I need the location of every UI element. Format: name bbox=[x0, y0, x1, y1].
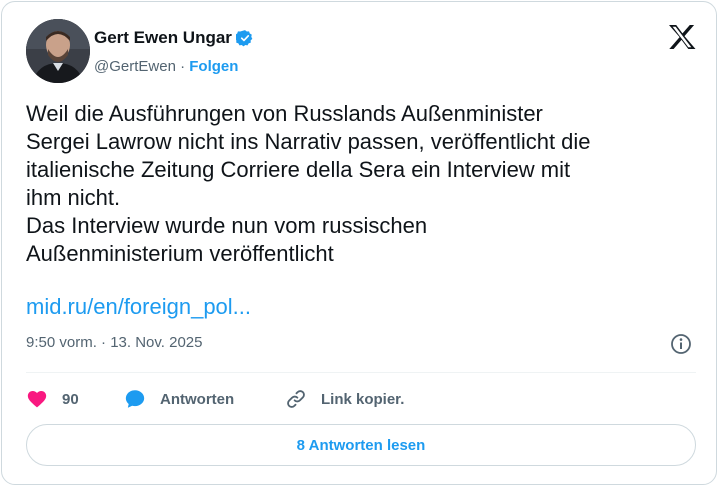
read-replies-button[interactable]: 8 Antworten lesen bbox=[26, 424, 696, 466]
heart-icon bbox=[27, 391, 47, 408]
avatar-portrait bbox=[26, 19, 90, 83]
reply-label: Antworten bbox=[160, 390, 235, 408]
info-icon[interactable] bbox=[670, 333, 692, 355]
speech-bubble-icon bbox=[125, 390, 145, 408]
author-handle[interactable]: @GertEwen bbox=[94, 58, 176, 75]
copy-link-label: Link kopier. bbox=[321, 390, 405, 408]
follow-button[interactable]: Folgen bbox=[189, 58, 238, 75]
verified-badge-icon bbox=[235, 30, 253, 47]
like-button[interactable]: 90 bbox=[26, 388, 79, 410]
tweet-text: Weil die Ausführungen von Russlands Auße… bbox=[26, 101, 591, 266]
avatar[interactable] bbox=[26, 19, 90, 83]
divider bbox=[26, 372, 696, 373]
read-replies-label: 8 Antworten lesen bbox=[296, 436, 426, 454]
tweet-timestamp[interactable]: 9:50 vorm. · 13. Nov. 2025 bbox=[26, 334, 202, 351]
handle-separator: · bbox=[180, 58, 186, 75]
link-icon bbox=[287, 390, 305, 408]
tweet-link[interactable]: mid.ru/en/foreign_pol... bbox=[26, 293, 251, 321]
reply-button[interactable]: Antworten bbox=[124, 388, 234, 410]
handle-row: @GertEwen · Folgen bbox=[94, 58, 238, 75]
like-count: 90 bbox=[62, 390, 79, 408]
x-logo-icon[interactable] bbox=[668, 24, 696, 50]
copy-link-button[interactable]: Link kopier. bbox=[285, 388, 404, 410]
author-name-row[interactable]: Gert Ewen Ungar bbox=[94, 28, 254, 48]
tweet-card: Gert Ewen Ungar @GertEwen · Folgen Weil … bbox=[1, 1, 717, 485]
author-name[interactable]: Gert Ewen Ungar bbox=[94, 28, 232, 48]
